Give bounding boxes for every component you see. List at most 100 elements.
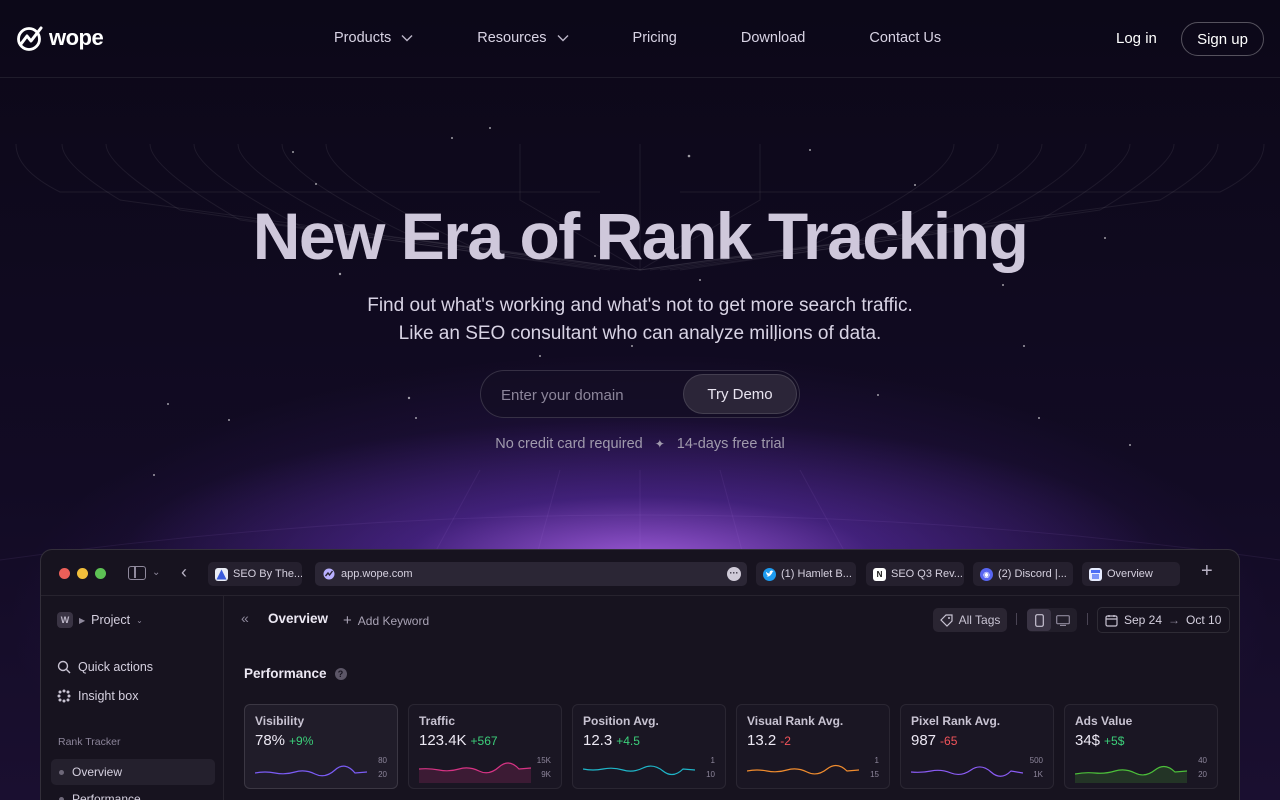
- plus-icon: +: [343, 612, 352, 629]
- browser-tab[interactable]: SEO By The...: [208, 562, 302, 586]
- new-tab-plus-icon[interactable]: +: [1201, 560, 1213, 583]
- sidebar-item-overview[interactable]: Overview: [51, 759, 215, 785]
- menu-item-resources[interactable]: Resources: [477, 30, 569, 46]
- caret-right-icon: ▶: [79, 615, 86, 625]
- add-keyword-label: Add Keyword: [357, 613, 430, 628]
- metric-value: 123.4K +567: [419, 732, 498, 749]
- metric-card-traffic[interactable]: Traffic 123.4K +567 15K 9K: [408, 704, 562, 789]
- chevron-down-icon: [557, 35, 569, 42]
- menu-item-contact[interactable]: Contact Us: [869, 30, 941, 46]
- page-title: Overview: [268, 611, 329, 626]
- chevron-down-icon: ⌄: [136, 615, 143, 625]
- hero-subtitle: Find out what's working and what's not t…: [0, 292, 1280, 348]
- browser-tab[interactable]: Overview: [1082, 562, 1180, 586]
- date-range-picker[interactable]: Sep 24 → Oct 10: [1097, 607, 1230, 633]
- metric-value: 12.3 +4.5: [583, 732, 640, 749]
- brand-name: wope: [49, 25, 104, 50]
- browser-tab[interactable]: N SEO Q3 Rev...: [866, 562, 964, 586]
- more-options-icon[interactable]: ···: [727, 567, 741, 581]
- project-avatar: W: [57, 612, 73, 628]
- sidebar-toggle-icon[interactable]: [128, 566, 146, 580]
- metric-delta: -2: [780, 734, 791, 748]
- metric-label: Visual Rank Avg.: [747, 714, 844, 728]
- rank-tracker-section-label: Rank Tracker: [58, 736, 121, 748]
- menu-item-download[interactable]: Download: [741, 30, 806, 46]
- tab-label: SEO By The...: [233, 568, 302, 580]
- collapse-double-chevron-icon[interactable]: «: [241, 610, 249, 626]
- metric-card-ads-value[interactable]: Ads Value 34$ +5$ 40 20: [1064, 704, 1218, 789]
- wope-favicon-icon: [323, 568, 335, 580]
- top-navigation: wope Products Resources Pricing Download…: [0, 0, 1280, 78]
- hero-title: New Era of Rank Tracking: [252, 199, 1029, 273]
- calendar-icon: [1105, 614, 1118, 627]
- browser-tab[interactable]: ◉ (2) Discord |...: [973, 562, 1073, 586]
- twitter-icon: [763, 567, 776, 581]
- metric-label: Position Avg.: [583, 714, 659, 728]
- add-keyword-button[interactable]: + Add Keyword: [343, 612, 429, 629]
- desktop-device-button[interactable]: [1051, 609, 1075, 631]
- login-link[interactable]: Log in: [1116, 30, 1157, 47]
- app-sidebar: W ▶ Project ⌄ Quick actions Insight box …: [41, 596, 224, 800]
- address-bar[interactable]: app.wope.com ···: [315, 562, 747, 586]
- domain-form: Try Demo: [480, 370, 800, 418]
- tab-label: SEO Q3 Rev...: [891, 568, 963, 580]
- axis-tick-top: 1: [874, 756, 879, 765]
- domain-input[interactable]: [501, 384, 676, 406]
- app-preview-window: ⌄ ‹ SEO By The... app.wope.com ··· (1) H…: [40, 549, 1240, 800]
- mobile-device-button[interactable]: [1027, 609, 1051, 631]
- metric-value: 34$ +5$: [1075, 732, 1124, 749]
- insight-box-item[interactable]: Insight box: [57, 689, 138, 703]
- browser-tab[interactable]: (1) Hamlet B...: [756, 562, 856, 586]
- wope-logo-icon: [17, 26, 43, 51]
- sparkle-icon: ✦: [654, 437, 665, 451]
- metric-value-text: 123.4K: [419, 732, 467, 749]
- chevron-down-icon[interactable]: ⌄: [152, 567, 160, 578]
- date-from: Sep 24: [1124, 613, 1163, 627]
- performance-label: Performance: [244, 666, 327, 681]
- sidebar-item-label: Overview: [72, 765, 123, 779]
- menu-item-pricing[interactable]: Pricing: [633, 30, 677, 46]
- menu-item-label: Resources: [477, 30, 547, 46]
- sidebar-item-label: Performance: [72, 792, 141, 800]
- axis-tick-top: 500: [1029, 756, 1043, 765]
- back-arrow-icon[interactable]: ‹: [181, 562, 187, 583]
- sidebar-item-performance[interactable]: Performance: [51, 786, 215, 800]
- tab-label: (1) Hamlet B...: [781, 568, 852, 580]
- metric-value-text: 78%: [255, 732, 286, 749]
- maximize-window-icon[interactable]: [95, 568, 106, 579]
- signup-button[interactable]: Sign up: [1181, 22, 1264, 56]
- metric-card-pixel-rank-avg[interactable]: Pixel Rank Avg. 987 -65 500 1K: [900, 704, 1054, 789]
- metric-value: 987 -65: [911, 732, 957, 749]
- metric-delta: +4.5: [616, 734, 640, 748]
- axis-tick-bottom: 1K: [1033, 770, 1043, 779]
- hero-subtitle-line-1: Find out what's working and what's not t…: [367, 295, 913, 316]
- sparkline: [255, 765, 367, 777]
- close-window-icon[interactable]: [59, 568, 70, 579]
- tab-label: (2) Discord |...: [998, 568, 1067, 580]
- metric-delta: -65: [940, 734, 958, 748]
- metric-value: 13.2 -2: [747, 732, 791, 749]
- metric-card-position-avg[interactable]: Position Avg. 12.3 +4.5 1 10: [572, 704, 726, 789]
- help-icon[interactable]: ?: [334, 667, 347, 680]
- hero-subtitle-line-2: Like an SEO consultant who can analyze m…: [398, 323, 882, 344]
- metric-card-visibility[interactable]: Visibility 78% +9% 80 20: [244, 704, 398, 789]
- all-tags-button[interactable]: All Tags: [933, 608, 1007, 632]
- bullet-icon: [59, 769, 64, 775]
- minimize-window-icon[interactable]: [77, 568, 88, 579]
- axis-tick-top: 80: [378, 756, 387, 765]
- metric-value: 78% +9%: [255, 732, 313, 749]
- menu-item-products[interactable]: Products: [334, 30, 413, 46]
- project-switcher[interactable]: W ▶ Project ⌄: [57, 612, 143, 628]
- quick-actions-item[interactable]: Quick actions: [57, 660, 153, 674]
- store-icon: [1089, 567, 1102, 581]
- bullet-icon: [59, 796, 64, 800]
- metric-card-visual-rank-avg[interactable]: Visual Rank Avg. 13.2 -2 1 15: [736, 704, 890, 789]
- brand-logo[interactable]: wope: [17, 24, 104, 52]
- project-label: Project: [91, 613, 131, 627]
- try-demo-button[interactable]: Try Demo: [683, 374, 797, 414]
- device-toggle: [1027, 608, 1077, 632]
- sparkline: [1075, 765, 1187, 783]
- date-to: Oct 10: [1186, 613, 1222, 627]
- metric-value-text: 987: [911, 732, 937, 749]
- mobile-icon: [1034, 613, 1044, 627]
